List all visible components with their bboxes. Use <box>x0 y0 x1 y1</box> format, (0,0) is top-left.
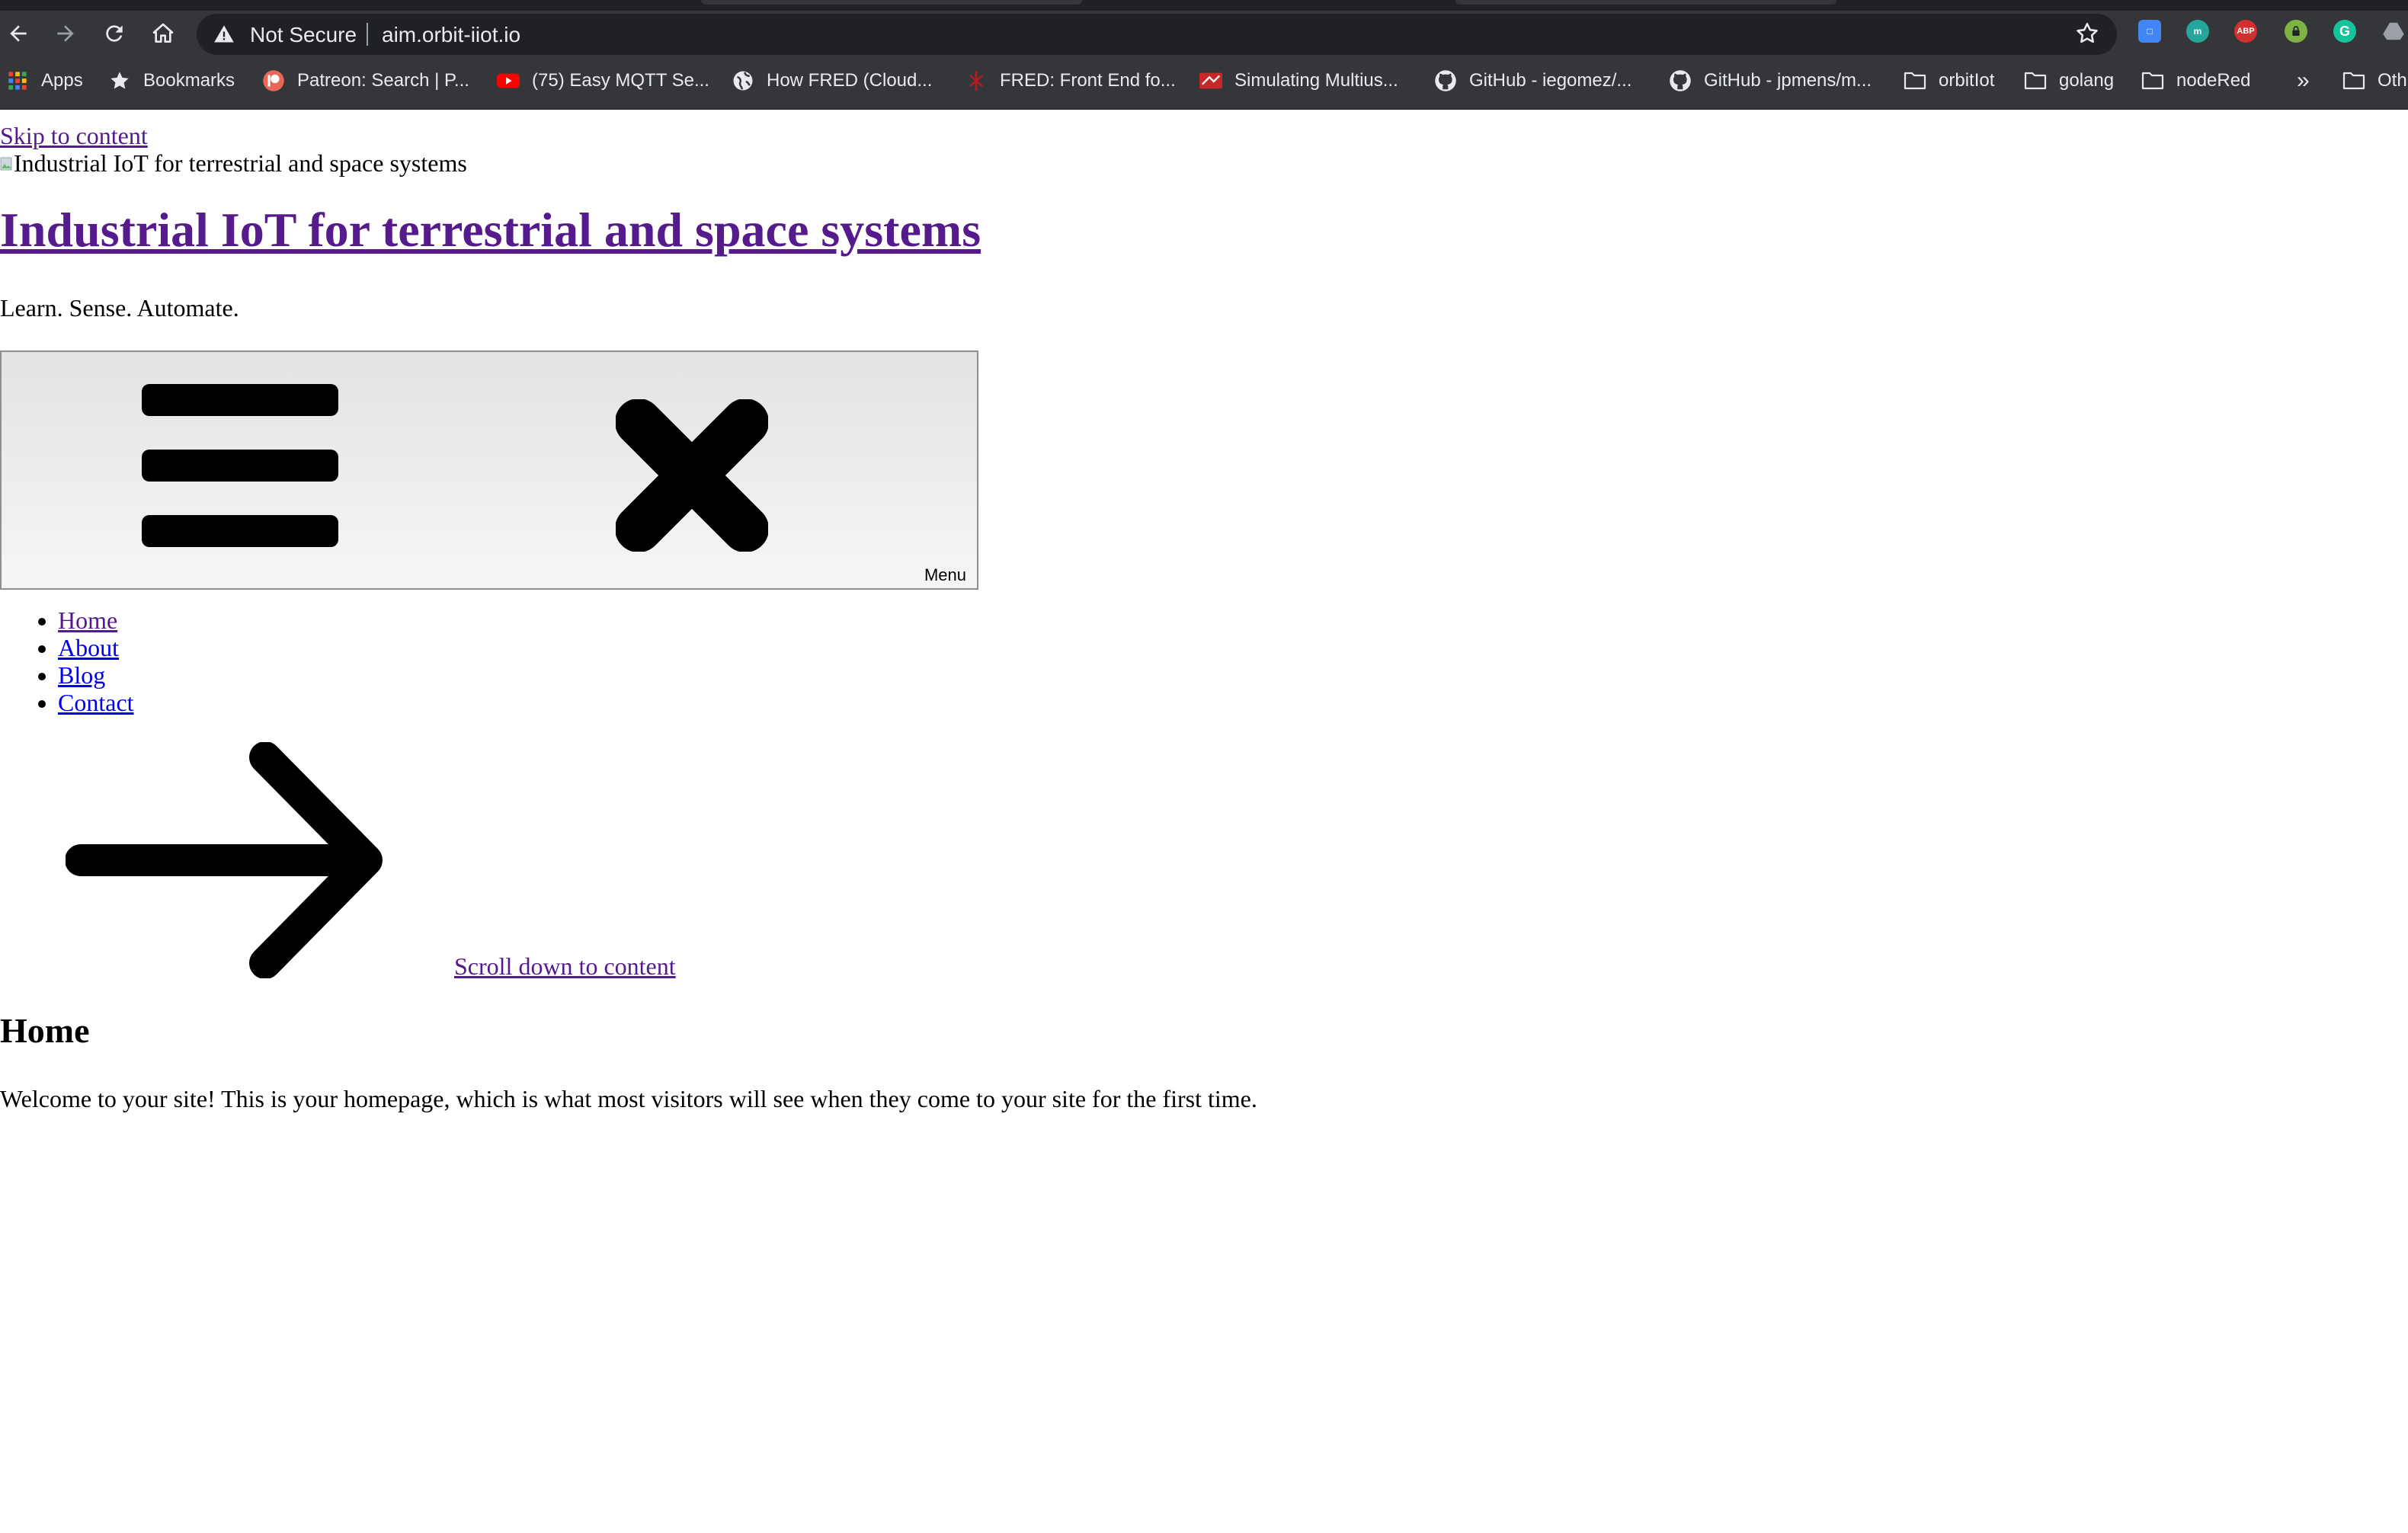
bookmark-github-jpmens[interactable]: GitHub - jpmens/m... <box>1669 66 1872 96</box>
nav-link-home[interactable]: Home <box>58 606 117 634</box>
arrow-right-icon[interactable] <box>66 742 386 978</box>
nav-link-blog[interactable]: Blog <box>58 661 105 689</box>
bookmark-simulating[interactable]: Simulating Multius... <box>1199 66 1398 96</box>
youtube-icon <box>497 69 520 92</box>
github-icon <box>1434 69 1457 92</box>
browser-toolbar: Not Secure aim.orbit-iiot.io <box>0 11 2408 55</box>
bookmark-patreon[interactable]: Patreon: Search | P... <box>262 66 469 96</box>
star-icon <box>108 69 131 92</box>
bookmark-label: Bookmarks <box>143 70 235 91</box>
header-image: Industrial IoT for terrestrial and space… <box>0 149 467 178</box>
bookmark-folder-other[interactable]: Oth <box>2342 66 2407 96</box>
patreon-icon <box>262 69 285 92</box>
tab-edge <box>1455 0 1836 5</box>
nav-link-contact[interactable]: Contact <box>58 689 134 716</box>
fred-icon <box>965 69 988 92</box>
security-status[interactable]: Not Secure <box>250 23 357 47</box>
url-text[interactable]: aim.orbit-iiot.io <box>382 23 520 47</box>
drive-icon <box>2383 22 2404 40</box>
home-button[interactable] <box>148 18 178 49</box>
menu-button-label: Menu <box>924 565 966 584</box>
folder-icon <box>2141 69 2164 92</box>
drive-extension-icon[interactable] <box>2382 20 2405 43</box>
bookmark-how-fred[interactable]: How FRED (Cloud... <box>732 66 932 96</box>
nav-item-home: Home <box>58 606 134 634</box>
bookmark-label: GitHub - iegomez/... <box>1469 70 1632 91</box>
adblock-glyph: ABP <box>2237 27 2255 36</box>
bookmark-folder-nodered[interactable]: nodeRed <box>2141 66 2250 96</box>
apps-grid-icon <box>6 69 29 92</box>
bookmark-apps[interactable]: Apps <box>6 66 83 96</box>
mate-glyph: m <box>2193 26 2202 37</box>
mate-extension-icon[interactable]: m <box>2186 20 2209 43</box>
scroll-down-link[interactable]: Scroll down to content <box>454 952 676 981</box>
back-arrow-icon <box>10 25 27 42</box>
bookmark-folder-golang[interactable]: golang <box>2024 66 2114 96</box>
bookmark-label: golang <box>2059 70 2115 91</box>
bookmark-label: orbitIot <box>1939 70 1995 91</box>
omnibox-divider <box>367 23 368 46</box>
site-title-link[interactable]: Industrial IoT for terrestrial and space… <box>0 203 981 257</box>
bookmark-label: (75) Easy MQTT Se... <box>532 70 709 91</box>
bookmark-youtube[interactable]: (75) Easy MQTT Se... <box>497 66 709 96</box>
bookmark-folder-orbitiot[interactable]: orbitIot <box>1904 66 1994 96</box>
lock-icon <box>2292 26 2300 36</box>
globe-icon <box>732 69 754 92</box>
skip-to-content-link[interactable]: Skip to content <box>0 122 148 150</box>
bookmark-label: GitHub - jpmens/m... <box>1704 70 1872 91</box>
bookmarks-overflow-button[interactable]: » <box>2297 66 2310 96</box>
bookmarks-bar: Apps Bookmarks Patreon: Search | P... (7… <box>0 55 2408 110</box>
close-icon <box>616 399 768 552</box>
bookmark-label: FRED: Front End fo... <box>1000 70 1176 91</box>
reload-button[interactable] <box>99 18 130 49</box>
bookmark-label: Oth <box>2378 70 2407 91</box>
folder-icon <box>1904 69 1926 92</box>
tab-strip <box>0 0 2408 11</box>
bookmark-label: Apps <box>41 70 83 91</box>
bookmark-label: Patreon: Search | P... <box>297 70 469 91</box>
web-page: Skip to content Industrial IoT for terre… <box>0 111 2408 1533</box>
primary-nav: Home About Blog Contact <box>0 606 134 716</box>
bookmark-label: Simulating Multius... <box>1234 70 1398 91</box>
forward-arrow-icon <box>57 25 74 42</box>
lock-extension-icon[interactable] <box>2285 20 2307 43</box>
welcome-text: Welcome to your site! This is your homep… <box>0 1085 1257 1112</box>
bookmark-bookmarks[interactable]: Bookmarks <box>108 66 235 96</box>
nav-item-contact: Contact <box>58 689 134 716</box>
bookmark-fred[interactable]: FRED: Front End fo... <box>965 66 1176 96</box>
nav-item-about: About <box>58 634 134 661</box>
address-bar[interactable]: Not Secure aim.orbit-iiot.io <box>197 14 2117 55</box>
reload-icon <box>106 25 123 42</box>
bookmark-label: nodeRed <box>2176 70 2251 91</box>
warning-icon <box>213 24 235 49</box>
nav-link-about[interactable]: About <box>58 634 119 661</box>
github-icon <box>1669 69 1692 92</box>
grammarly-glyph: G <box>2339 23 2350 39</box>
folder-icon <box>2024 69 2047 92</box>
bookmark-github-iegomez[interactable]: GitHub - iegomez/... <box>1434 66 1631 96</box>
site-title: Industrial IoT for terrestrial and space… <box>0 201 981 260</box>
hamburger-icon <box>142 384 338 547</box>
adblock-extension-icon[interactable]: ABP <box>2234 20 2257 43</box>
translate-extension-icon[interactable]: □ <box>2138 20 2161 43</box>
back-button[interactable] <box>3 18 34 49</box>
forward-button[interactable] <box>50 18 81 49</box>
simulating-icon <box>1199 69 1222 92</box>
bookmark-label: How FRED (Cloud... <box>767 70 933 91</box>
overflow-chevron-icon: » <box>2297 68 2310 93</box>
page-heading: Home <box>0 1011 90 1050</box>
broken-image-icon <box>0 157 12 170</box>
tab-edge <box>701 0 1082 5</box>
site-tagline: Learn. Sense. Automate. <box>0 294 239 322</box>
folder-icon <box>2342 69 2365 92</box>
header-image-alt-text: Industrial IoT for terrestrial and space… <box>14 149 467 177</box>
home-icon <box>152 23 174 43</box>
nav-item-blog: Blog <box>58 661 134 689</box>
grammarly-extension-icon[interactable]: G <box>2333 20 2356 43</box>
menu-toggle-button[interactable]: Menu <box>0 350 978 590</box>
bookmark-star-icon[interactable] <box>2074 21 2100 50</box>
translate-glyph: □ <box>2147 26 2153 37</box>
